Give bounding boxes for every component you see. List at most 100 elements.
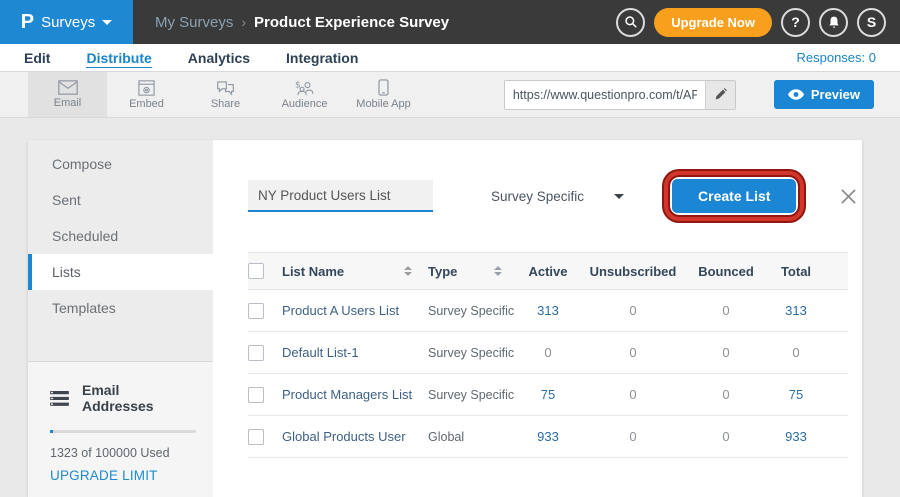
distribute-toolbar: Email Embed Share $ Audience xyxy=(0,72,900,118)
sidebar-item-lists[interactable]: Lists xyxy=(28,254,213,290)
toolbar-item-embed[interactable]: Embed xyxy=(107,72,186,117)
column-header-active[interactable]: Active xyxy=(518,264,578,279)
email-sidebar: Compose Sent Scheduled Lists Templates E… xyxy=(28,140,213,497)
help-button[interactable]: ? xyxy=(781,8,810,37)
unsubscribed-count: 0 xyxy=(578,345,688,360)
lists-main: Survey Specific Create List List Name xyxy=(213,140,862,497)
column-header-unsubscribed[interactable]: Unsubscribed xyxy=(578,264,688,279)
breadcrumb: My Surveys › Product Experience Survey xyxy=(155,14,449,31)
bounced-count: 0 xyxy=(688,303,764,318)
eye-icon xyxy=(788,89,804,100)
page-title: Product Experience Survey xyxy=(254,14,449,31)
tab-edit[interactable]: Edit xyxy=(24,50,50,66)
embed-icon xyxy=(138,80,155,96)
surveys-menu-label: Surveys xyxy=(41,14,95,31)
column-header-total[interactable]: Total xyxy=(764,264,828,279)
table-row: Product A Users List Survey Specific 313… xyxy=(248,290,848,332)
email-addresses-panel: Email Addresses 1323 of 100000 Used UPGR… xyxy=(28,361,213,497)
edit-url-button[interactable] xyxy=(705,81,735,109)
sidebar-nav: Compose Sent Scheduled Lists Templates xyxy=(28,140,213,326)
row-checkbox[interactable] xyxy=(248,303,264,319)
column-header-bounced[interactable]: Bounced xyxy=(688,264,764,279)
row-checkbox[interactable] xyxy=(248,429,264,445)
preview-button[interactable]: Preview xyxy=(774,80,874,109)
bounced-count: 0 xyxy=(688,387,764,402)
active-count: 75 xyxy=(518,387,578,402)
tab-analytics[interactable]: Analytics xyxy=(188,50,250,66)
breadcrumb-separator-icon: › xyxy=(241,14,246,30)
table-row: Global Products User Global 933 0 0 933 xyxy=(248,416,848,458)
list-name-link[interactable]: Product A Users List xyxy=(282,303,428,318)
unsubscribed-count: 0 xyxy=(578,303,688,318)
sidebar-item-sent[interactable]: Sent xyxy=(28,182,213,218)
tab-integration[interactable]: Integration xyxy=(286,50,358,66)
row-checkbox[interactable] xyxy=(248,387,264,403)
email-addresses-header: Email Addresses xyxy=(50,382,193,414)
active-count: 0 xyxy=(518,345,578,360)
list-type-selected: Survey Specific xyxy=(491,189,584,204)
active-count: 933 xyxy=(518,429,578,444)
breadcrumb-my-surveys[interactable]: My Surveys xyxy=(155,14,233,31)
tab-distribute[interactable]: Distribute xyxy=(86,50,151,66)
annotation-highlight: Create List xyxy=(670,177,798,215)
survey-url-input[interactable] xyxy=(505,81,705,109)
column-header-list-name[interactable]: List Name xyxy=(282,264,428,279)
responses-count[interactable]: Responses: 0 xyxy=(797,50,877,65)
list-type: Global xyxy=(428,430,518,444)
list-name-link[interactable]: Default List-1 xyxy=(282,345,428,360)
active-count: 313 xyxy=(518,303,578,318)
pencil-icon xyxy=(714,88,727,101)
table-row: Product Managers List Survey Specific 75… xyxy=(248,374,848,416)
sidebar-item-scheduled[interactable]: Scheduled xyxy=(28,218,213,254)
select-all-checkbox[interactable] xyxy=(248,263,264,279)
list-name-input[interactable] xyxy=(248,180,433,212)
notifications-button[interactable] xyxy=(819,8,848,37)
sort-icon[interactable] xyxy=(494,266,502,276)
list-type-dropdown[interactable]: Survey Specific xyxy=(491,189,624,204)
sidebar-item-templates[interactable]: Templates xyxy=(28,290,213,326)
list-type: Survey Specific xyxy=(428,388,518,402)
toolbar-item-email[interactable]: Email xyxy=(28,72,107,117)
survey-url-group xyxy=(504,80,736,110)
list-type: Survey Specific xyxy=(428,304,518,318)
list-name-link[interactable]: Product Managers List xyxy=(282,387,428,402)
toolbar-item-audience[interactable]: $ Audience xyxy=(265,72,344,117)
list-name-link[interactable]: Global Products User xyxy=(282,429,428,444)
total-count: 933 xyxy=(764,429,828,444)
total-count: 313 xyxy=(764,303,828,318)
email-icon xyxy=(58,80,78,95)
usage-progress-bar xyxy=(50,430,196,433)
list-type: Survey Specific xyxy=(428,346,518,360)
survey-nav: Edit Distribute Analytics Integration Re… xyxy=(0,44,900,72)
bell-icon xyxy=(827,15,841,30)
email-addresses-title: Email Addresses xyxy=(82,382,193,414)
bounced-count: 0 xyxy=(688,345,764,360)
upgrade-now-button[interactable]: Upgrade Now xyxy=(654,8,772,37)
mobile-app-icon xyxy=(378,79,389,96)
lists-table: List Name Type Active Unsubscribed Bounc… xyxy=(248,252,848,458)
usage-progress-fill xyxy=(50,430,53,433)
upgrade-limit-link[interactable]: UPGRADE LIMIT xyxy=(50,468,193,483)
user-avatar[interactable]: S xyxy=(857,8,886,37)
email-distribution-card: Compose Sent Scheduled Lists Templates E… xyxy=(28,140,862,497)
close-icon[interactable] xyxy=(840,188,857,205)
toolbar-item-share[interactable]: Share xyxy=(186,72,265,117)
total-count: 75 xyxy=(764,387,828,402)
chevron-down-icon xyxy=(102,20,112,25)
column-header-type[interactable]: Type xyxy=(428,264,518,279)
audience-icon: $ xyxy=(295,80,315,96)
questionpro-logo-icon: P xyxy=(21,12,34,32)
share-icon xyxy=(216,80,235,96)
surveys-menu[interactable]: P Surveys xyxy=(0,0,133,44)
sidebar-item-compose[interactable]: Compose xyxy=(28,146,213,182)
toolbar-item-mobile-app[interactable]: Mobile App xyxy=(344,72,423,117)
page-background: Compose Sent Scheduled Lists Templates E… xyxy=(0,118,900,497)
search-icon xyxy=(624,15,638,29)
top-header: P Surveys My Surveys › Product Experienc… xyxy=(0,0,900,44)
row-checkbox[interactable] xyxy=(248,345,264,361)
list-lines-icon xyxy=(50,391,69,406)
table-header-row: List Name Type Active Unsubscribed Bounc… xyxy=(248,252,848,290)
create-list-button[interactable]: Create List xyxy=(672,179,796,213)
search-button[interactable] xyxy=(616,8,645,37)
sort-icon[interactable] xyxy=(404,266,412,276)
